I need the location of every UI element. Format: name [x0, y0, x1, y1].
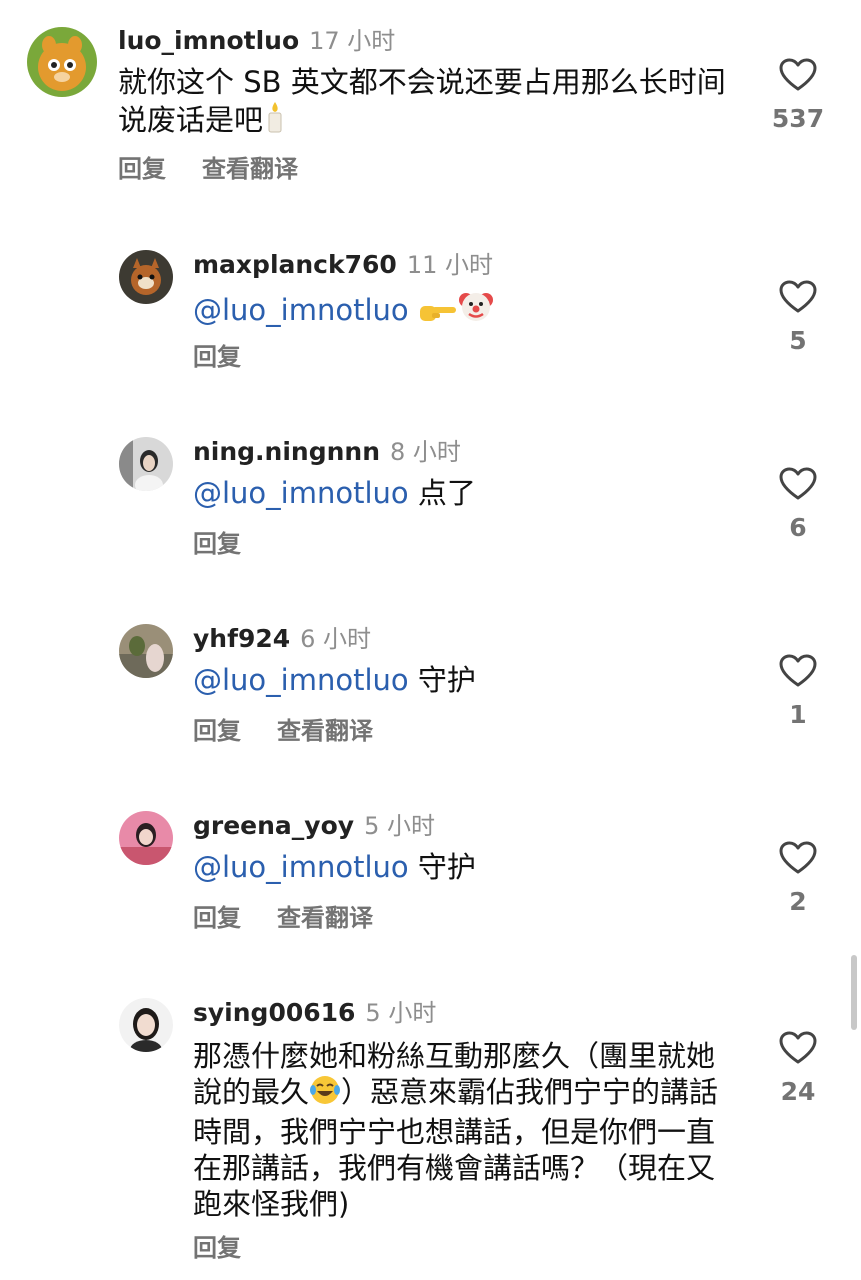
comment-text: 就你这个 SB 英文都不会说还要占用那么长时间说废话是吧: [118, 64, 748, 142]
pointing-hand-emoji: [418, 296, 458, 332]
like-count: 5: [789, 326, 807, 355]
comment-item: yhf924 6 小时 @luo_imnotluo 守护 回复 查看翻译 1: [0, 609, 861, 769]
timestamp: 11 小时: [406, 251, 493, 279]
username[interactable]: luo_imnotluo: [118, 26, 299, 55]
mention-link[interactable]: @luo_imnotluo: [193, 293, 409, 327]
like-control: 6: [758, 467, 838, 540]
comment-item: ning.ningnnn 8 小时 @luo_imnotluo 点了 回复 6: [0, 422, 861, 582]
avatar[interactable]: [119, 624, 173, 678]
comment-actions: 回复: [193, 532, 241, 556]
comment-header: maxplanck760 11 小时: [193, 252, 493, 277]
comment-header: yhf924 6 小时: [193, 626, 371, 651]
like-control: 5: [758, 280, 838, 353]
comment-header: greena_yoy 5 小时: [193, 813, 435, 838]
reply-button[interactable]: 回复: [193, 530, 241, 558]
comment-item: luo_imnotluo 17 小时 就你这个 SB 英文都不会说还要占用那么长时…: [0, 0, 861, 200]
comment-item: sying00616 5 小时 那憑什麼她和粉絲互動那麼久（團里就她說的最久 ）惡意…: [0, 983, 861, 1280]
username[interactable]: yhf924: [193, 624, 290, 653]
mention-link[interactable]: @luo_imnotluo: [193, 476, 409, 510]
comment-actions: 回复 查看翻译: [193, 906, 373, 930]
heart-icon[interactable]: [779, 467, 817, 501]
avatar[interactable]: [119, 437, 173, 491]
translate-button[interactable]: 查看翻译: [277, 904, 373, 932]
timestamp: 6 小时: [300, 625, 372, 653]
avatar[interactable]: [27, 27, 97, 97]
avatar[interactable]: [119, 811, 173, 865]
avatar[interactable]: [119, 998, 173, 1052]
timestamp: 17 小时: [309, 27, 396, 55]
username[interactable]: ning.ningnnn: [193, 437, 380, 466]
like-count: 537: [771, 104, 825, 133]
username[interactable]: sying00616: [193, 998, 355, 1027]
timestamp: 8 小时: [390, 438, 461, 466]
comment-header: luo_imnotluo 17 小时: [118, 28, 395, 53]
like-control: 24: [758, 1031, 838, 1104]
comment-item: greena_yoy 5 小时 @luo_imnotluo 守护 回复 查看翻译 2: [0, 796, 861, 956]
comment-text: @luo_imnotluo: [193, 288, 733, 332]
like-count: 6: [789, 513, 807, 542]
heart-icon[interactable]: [779, 280, 817, 314]
comment-actions: 回复 查看翻译: [193, 719, 373, 743]
like-control: 537: [758, 58, 838, 131]
comment-item: maxplanck760 11 小时 @luo_imnotluo 回复 5: [0, 235, 861, 395]
reply-button[interactable]: 回复: [193, 904, 241, 932]
timestamp: 5 小时: [364, 812, 435, 840]
scrollbar[interactable]: [851, 955, 857, 1030]
comment-actions: 回复: [193, 1236, 241, 1260]
candle-emoji: [263, 100, 287, 142]
comment-header: ning.ningnnn 8 小时: [193, 439, 461, 464]
like-count: 2: [789, 887, 807, 916]
mention-link[interactable]: @luo_imnotluo: [193, 850, 409, 884]
reply-button[interactable]: 回复: [193, 717, 241, 745]
comment-actions: 回复: [193, 345, 241, 369]
reply-button[interactable]: 回复: [193, 343, 241, 371]
like-count: 24: [780, 1077, 816, 1106]
avatar[interactable]: [119, 250, 173, 304]
comment-text: 那憑什麼她和粉絲互動那麼久（團里就她說的最久 ）惡意來霸佔我們宁宁的講話時間，我們…: [193, 1039, 719, 1221]
clown-emoji: [458, 288, 494, 332]
translate-button[interactable]: 查看翻译: [277, 717, 373, 745]
mention-link[interactable]: @luo_imnotluo: [193, 663, 409, 697]
like-count: 1: [789, 700, 807, 729]
heart-icon[interactable]: [779, 1031, 817, 1065]
heart-icon[interactable]: [779, 58, 817, 92]
like-control: 1: [758, 654, 838, 727]
timestamp: 5 小时: [365, 999, 437, 1027]
reply-button[interactable]: 回复: [193, 1234, 241, 1262]
heart-icon[interactable]: [779, 654, 817, 688]
comment-text: @luo_imnotluo 点了: [193, 476, 476, 510]
heart-icon[interactable]: [779, 841, 817, 875]
username[interactable]: maxplanck760: [193, 250, 397, 279]
comment-header: sying00616 5 小时: [193, 1000, 436, 1025]
reply-button[interactable]: 回复: [118, 155, 166, 183]
tears-of-joy-emoji: [309, 1074, 341, 1114]
comment-text: @luo_imnotluo 守护: [193, 663, 476, 697]
comment-actions: 回复 查看翻译: [118, 157, 298, 181]
comment-text: @luo_imnotluo 守护: [193, 850, 476, 884]
like-control: 2: [758, 841, 838, 914]
translate-button[interactable]: 查看翻译: [202, 155, 298, 183]
username[interactable]: greena_yoy: [193, 811, 354, 840]
